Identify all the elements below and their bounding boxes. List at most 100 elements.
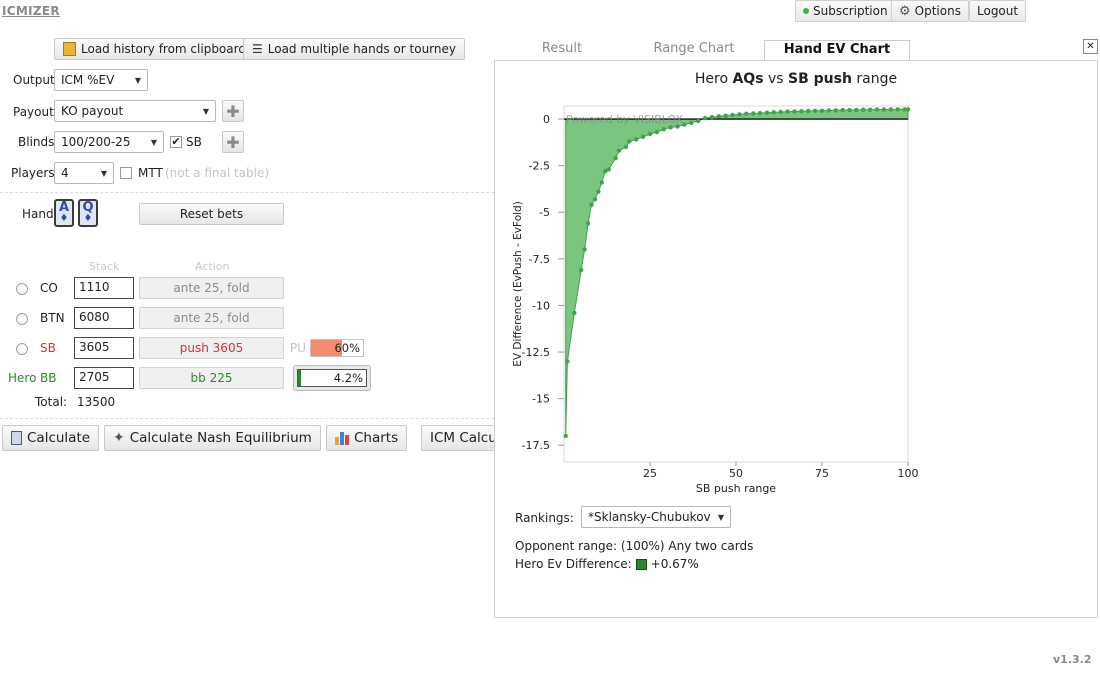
divider (0, 192, 494, 193)
payout-select[interactable]: KO payout ▼ (54, 100, 216, 122)
list-icon: ☰ (252, 42, 263, 56)
hero-call-bar: 4.2% (297, 369, 367, 387)
data-point (826, 108, 832, 113)
hero-call-pct: 4.2% (333, 371, 363, 385)
green-square-icon (635, 558, 647, 570)
y-tick-label: -15 (532, 393, 550, 406)
opponent-range-label: Opponent range: (515, 539, 618, 553)
sb-checkbox[interactable]: ✔ (170, 136, 182, 148)
output-select[interactable]: ICM %EV ▼ (54, 69, 148, 91)
data-point (654, 129, 660, 135)
stack-input-sb[interactable]: 3605 (74, 337, 134, 359)
data-point (840, 107, 845, 113)
total-label: Total: (35, 395, 68, 409)
y-tick-label: -12.5 (522, 346, 550, 359)
player-radio-btn[interactable] (16, 313, 28, 325)
data-point (623, 144, 629, 150)
player-radio-co[interactable] (16, 283, 28, 295)
data-point (874, 107, 880, 112)
add-payout-button[interactable]: ✚ (222, 100, 244, 122)
blinds-select[interactable]: 100/200-25 ▼ (54, 131, 164, 153)
data-point (579, 267, 584, 273)
tab-result[interactable]: Result (512, 40, 612, 62)
sb-checkbox-label: SB (186, 135, 202, 149)
hand-card-2[interactable]: Q ♦ (78, 199, 98, 227)
divider (0, 418, 494, 419)
sb-push-pct: 60% (334, 341, 360, 355)
mtt-checkbox[interactable] (120, 167, 132, 179)
plus-icon: ✚ (226, 132, 240, 152)
stack-input-co[interactable]: 1110 (74, 277, 134, 299)
x-axis-label: SB push range (696, 482, 776, 495)
hero-ev-difference: Hero Ev Difference: +0.67% (515, 557, 699, 571)
data-point (751, 111, 756, 116)
action-sb[interactable]: push 3605 (139, 337, 284, 359)
action-bb[interactable]: bb 225 (139, 367, 284, 389)
reset-bets-button[interactable]: Reset bets (139, 203, 284, 225)
data-point (592, 197, 598, 202)
watermark: Powered by VISIBLOX (566, 113, 683, 126)
ev-points (563, 107, 911, 439)
payout-value: KO payout (61, 104, 124, 118)
x-tick-label: 100 (898, 467, 919, 480)
action-header: Action (195, 260, 230, 273)
data-point (905, 107, 911, 112)
data-point (616, 148, 622, 153)
hand-card-1[interactable]: A ♦ (54, 199, 74, 227)
data-point (771, 110, 776, 115)
hand-label: Hand (22, 207, 54, 221)
logout-label: Logout (977, 4, 1019, 18)
add-blinds-button[interactable]: ✚ (222, 131, 244, 153)
ev-chart: Powered by VISIBLOX 0 -2.5 -5 -7.5 -10 -12.5 -… (512, 105, 919, 495)
action-btn[interactable]: ante 25, fold (139, 307, 284, 329)
load-multiple-label: Load multiple hands or tourney (267, 42, 456, 56)
bar-chart-icon (335, 431, 349, 445)
stack-input-btn[interactable]: 6080 (74, 307, 134, 329)
icm-calculator-button[interactable]: ICM Calcu (421, 425, 494, 451)
y-tick-label: -10 (532, 299, 550, 312)
sparkle-icon: ✦ (113, 430, 125, 446)
y-axis-ticks: 0 -2.5 -5 -7.5 -10 -12.5 -15 -17.5 (522, 113, 564, 452)
data-point (881, 107, 887, 112)
players-select[interactable]: 4 ▼ (54, 162, 114, 184)
data-point (572, 310, 577, 316)
subscription-button[interactable]: Subscription (795, 0, 896, 22)
payout-label: Payout (13, 105, 54, 119)
data-point (737, 112, 742, 117)
data-point (785, 109, 790, 114)
gear-icon: ⚙ (899, 3, 911, 19)
chevron-down-icon: ▼ (134, 75, 141, 85)
close-icon[interactable]: ✕ (1083, 39, 1098, 54)
diamond-icon: ♦ (83, 213, 93, 224)
load-history-label: Load history from clipboard (81, 42, 246, 56)
action-co[interactable]: ante 25, fold (139, 277, 284, 299)
logout-button[interactable]: Logout (969, 0, 1027, 22)
charts-button[interactable]: Charts (326, 425, 408, 451)
calculate-nash-button[interactable]: ✦ Calculate Nash Equilibrium (104, 425, 321, 451)
data-point (589, 202, 594, 207)
players-label: Players (11, 166, 55, 180)
pu-label: PU (290, 341, 307, 355)
data-point (723, 113, 728, 118)
stack-input-bb[interactable]: 2705 (74, 367, 134, 389)
tab-range-chart[interactable]: Range Chart (624, 40, 764, 62)
plus-icon: ✚ (226, 101, 240, 121)
chevron-down-icon: ▼ (202, 106, 209, 116)
status-dot-icon (803, 8, 809, 14)
chevron-down-icon: ▼ (150, 137, 157, 147)
rankings-select[interactable]: *Sklansky-Chubukov ▼ (581, 506, 731, 528)
y-tick-label: -5 (539, 206, 550, 219)
player-radio-sb[interactable] (16, 343, 28, 355)
app-logo[interactable]: ICMIZER (2, 4, 60, 18)
load-history-button[interactable]: Load history from clipboard (54, 38, 255, 60)
data-point (565, 359, 570, 364)
options-button[interactable]: ⚙ Options (891, 0, 969, 22)
data-point (895, 107, 900, 112)
opponent-range-value: (100%) Any two cards (620, 539, 754, 553)
data-point (778, 109, 783, 115)
load-multiple-button[interactable]: ☰ Load multiple hands or tourney (243, 38, 465, 60)
calculate-button[interactable]: Calculate (2, 425, 100, 451)
data-point (613, 156, 618, 161)
chevron-down-icon: ▼ (100, 168, 107, 178)
position-sb: SB (40, 341, 56, 355)
